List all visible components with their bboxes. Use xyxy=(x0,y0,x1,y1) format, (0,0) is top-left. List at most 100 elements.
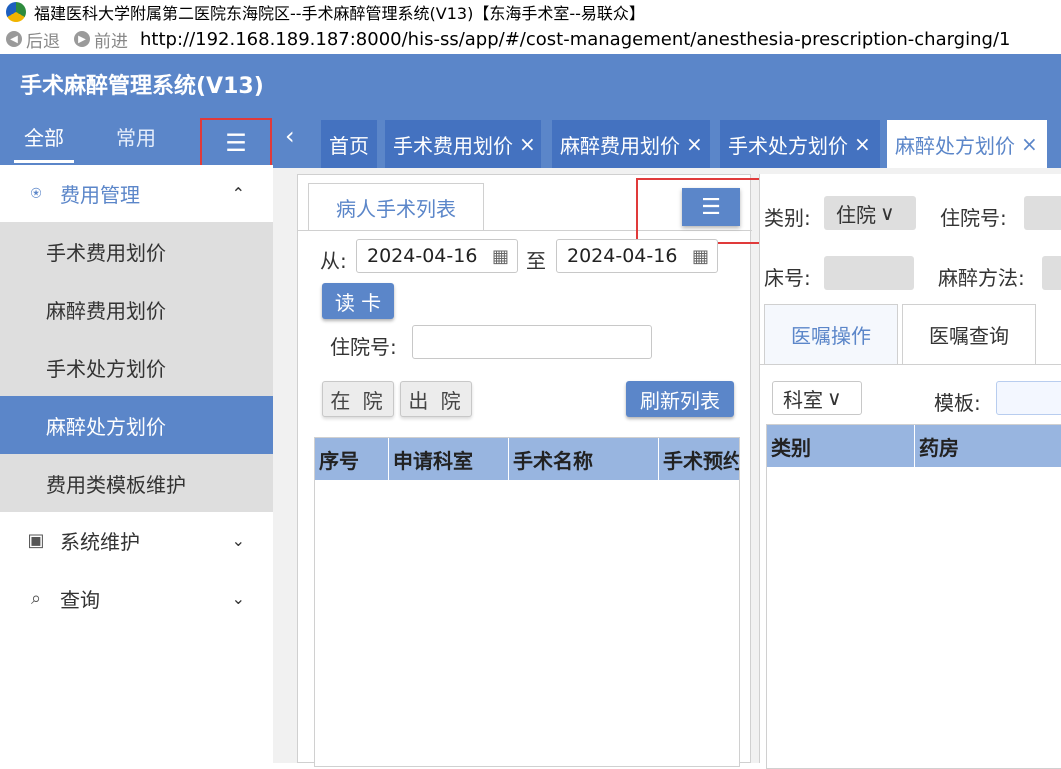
money-icon: ⍟ xyxy=(30,183,42,204)
back-arrow-icon: ◀ xyxy=(6,31,22,47)
discharged-button[interactable]: 出 院 xyxy=(400,381,472,417)
app-logo-icon xyxy=(6,2,26,22)
prescription-table: 类别 药房 xyxy=(766,424,1061,769)
tab-home[interactable]: 首页 xyxy=(321,120,377,168)
menu-toggle-button[interactable]: ☰ xyxy=(200,118,272,168)
department-select[interactable]: 科室 ∨ xyxy=(772,381,862,415)
tab-label: 手术费用划价 xyxy=(393,133,513,158)
close-icon[interactable]: × xyxy=(686,132,703,156)
inpatient-no-label: 住院号: xyxy=(330,335,397,359)
monitor-icon: ▣ xyxy=(27,530,45,551)
menu-collapse-icon: ☰ xyxy=(225,129,247,157)
sidebar-item-anesthesia-cost[interactable]: 麻醉费用划价 xyxy=(0,280,273,338)
chevron-down-icon: ∨ xyxy=(880,201,895,225)
menu-group-query[interactable]: ⌕ 查询 ⌄ xyxy=(0,570,273,627)
window-title-bar: 福建医科大学附属第二医院东海院区--手术麻醉管理系统(V13)【东海手术室--易… xyxy=(0,0,1061,24)
panel-collapse-button[interactable]: ☰ xyxy=(682,188,740,226)
from-label: 从: xyxy=(320,249,347,273)
app-title: 手术麻醉管理系统(V13) xyxy=(20,74,264,99)
app-header: 手术麻醉管理系统(V13) xyxy=(0,54,1061,110)
in-hospital-button[interactable]: 在 院 xyxy=(322,381,394,417)
address-bar: ◀ 后退 ▶ 前进 http://192.168.189.187:8000/hi… xyxy=(0,24,1061,54)
main-content: 病人手术列表 ☰ 从: 2024-04-16 ▦ 至 2024-04-16 ▦ … xyxy=(273,168,1061,769)
anesthesia-method-field[interactable] xyxy=(1042,256,1061,290)
template-input[interactable] xyxy=(996,381,1061,415)
to-label: 至 xyxy=(526,249,546,273)
sidebar: 全部 常用 ☰ ⍟ 费用管理 ⌃ 手术费用划价 麻醉费用划价 手术处方划价 麻醉… xyxy=(0,110,273,763)
window-title: 福建医科大学附属第二医院东海院区--手术麻醉管理系统(V13)【东海手术室--易… xyxy=(34,4,645,23)
tab-anesthesia-prescription[interactable]: 麻醉处方划价 × xyxy=(887,120,1047,168)
prescription-panel: 类别: 住院 ∨ 住院号: 床号: 麻醉方法: 医嘱操作 医嘱查询 科室 ∨ 模… xyxy=(759,174,1061,769)
chevron-down-icon: ⌄ xyxy=(231,589,245,608)
table-header: 序号 申请科室 手术名称 手术预约 xyxy=(315,438,739,480)
template-label: 模板: xyxy=(934,391,981,415)
menu-collapse-icon: ☰ xyxy=(701,194,721,220)
sidebar-item-cost-template[interactable]: 费用类模板维护 xyxy=(0,454,273,512)
divider xyxy=(760,364,1061,365)
to-date-input[interactable]: 2024-04-16 ▦ xyxy=(556,239,718,273)
category-select[interactable]: 住院 ∨ xyxy=(824,196,916,230)
sidebar-tab-common[interactable]: 常用 xyxy=(116,122,156,151)
close-icon[interactable]: × xyxy=(1021,132,1038,156)
column-header-pharmacy[interactable]: 药房 xyxy=(915,425,1061,467)
chevron-left-icon[interactable]: ‹ xyxy=(285,122,295,150)
inpatient-no-field[interactable] xyxy=(1024,196,1061,230)
forward-button[interactable]: ▶ 前进 xyxy=(74,27,128,52)
sidebar-item-anesthesia-prescription[interactable]: 麻醉处方划价 xyxy=(0,396,273,454)
bed-no-label: 床号: xyxy=(764,266,811,290)
column-header-dept[interactable]: 申请科室 xyxy=(389,438,509,480)
tab-label: 手术处方划价 xyxy=(728,133,848,158)
calendar-icon: ▦ xyxy=(691,246,709,267)
tab-strip: ‹ 首页 手术费用划价 × 麻醉费用划价 × 手术处方划价 × 麻醉处方划价 × xyxy=(273,110,1061,168)
tab-label: 首页 xyxy=(329,133,369,158)
chevron-up-icon: ⌃ xyxy=(231,184,245,203)
menu-group-system-maintenance[interactable]: ▣ 系统维护 ⌄ xyxy=(0,512,273,569)
tab-anesthesia-cost[interactable]: 麻醉费用划价 × xyxy=(552,120,710,168)
department-value: 科室 xyxy=(783,387,823,412)
back-label: 后退 xyxy=(26,31,60,52)
inpatient-no-label: 住院号: xyxy=(940,206,1007,230)
tab-surgery-cost[interactable]: 手术费用划价 × xyxy=(385,120,541,168)
table-header: 类别 药房 xyxy=(767,425,1061,467)
url-field[interactable]: http://192.168.189.187:8000/his-ss/app/#… xyxy=(140,29,1010,50)
chevron-down-icon: ⌄ xyxy=(231,531,245,550)
tab-label: 麻醉处方划价 xyxy=(895,133,1015,158)
chevron-down-icon: ∨ xyxy=(827,386,842,410)
tab-surgery-prescription[interactable]: 手术处方划价 × xyxy=(720,120,880,168)
category-value: 住院 xyxy=(836,202,876,227)
calendar-icon: ▦ xyxy=(491,246,509,267)
close-icon[interactable]: × xyxy=(854,132,871,156)
collapse-highlight: ☰ xyxy=(636,178,762,244)
from-date-value: 2024-04-16 xyxy=(367,245,478,267)
bed-no-field[interactable] xyxy=(824,256,914,290)
sidebar-tab-all[interactable]: 全部 xyxy=(14,122,74,163)
column-header-category[interactable]: 类别 xyxy=(767,425,915,467)
column-header-appointment[interactable]: 手术预约 xyxy=(659,438,739,480)
from-date-input[interactable]: 2024-04-16 ▦ xyxy=(356,239,518,273)
column-header-surgery-name[interactable]: 手术名称 xyxy=(509,438,659,480)
forward-arrow-icon: ▶ xyxy=(74,31,90,47)
refresh-list-button[interactable]: 刷新列表 xyxy=(626,381,734,417)
patient-surgery-panel: 病人手术列表 ☰ 从: 2024-04-16 ▦ 至 2024-04-16 ▦ … xyxy=(297,174,762,767)
sidebar-item-surgery-prescription[interactable]: 手术处方划价 xyxy=(0,338,273,396)
sidebar-item-surgery-cost[interactable]: 手术费用划价 xyxy=(0,222,273,280)
tab-order-operation[interactable]: 医嘱操作 xyxy=(764,304,898,364)
tab-patient-surgery-list[interactable]: 病人手术列表 xyxy=(308,183,484,231)
inpatient-no-input[interactable] xyxy=(412,325,652,359)
menu-group-label: 查询 xyxy=(60,588,100,612)
search-doc-icon: ⌕ xyxy=(30,588,42,609)
surgery-list-table: 序号 申请科室 手术名称 手术预约 xyxy=(314,437,740,767)
menu-group-label: 费用管理 xyxy=(60,183,140,207)
anesthesia-method-label: 麻醉方法: xyxy=(938,266,1025,290)
tab-order-query[interactable]: 医嘱查询 xyxy=(902,304,1036,364)
tab-label: 麻醉费用划价 xyxy=(560,133,680,158)
menu-group-cost-management[interactable]: ⍟ 费用管理 ⌃ xyxy=(0,165,273,222)
read-card-button[interactable]: 读 卡 xyxy=(322,283,394,319)
column-header-seq[interactable]: 序号 xyxy=(315,438,389,480)
menu-group-label: 系统维护 xyxy=(60,530,140,554)
to-date-value: 2024-04-16 xyxy=(567,245,678,267)
close-icon[interactable]: × xyxy=(519,132,536,156)
back-button[interactable]: ◀ 后退 xyxy=(6,27,60,52)
category-label: 类别: xyxy=(764,206,811,230)
sidebar-tabs: 全部 常用 ☰ xyxy=(0,110,273,168)
